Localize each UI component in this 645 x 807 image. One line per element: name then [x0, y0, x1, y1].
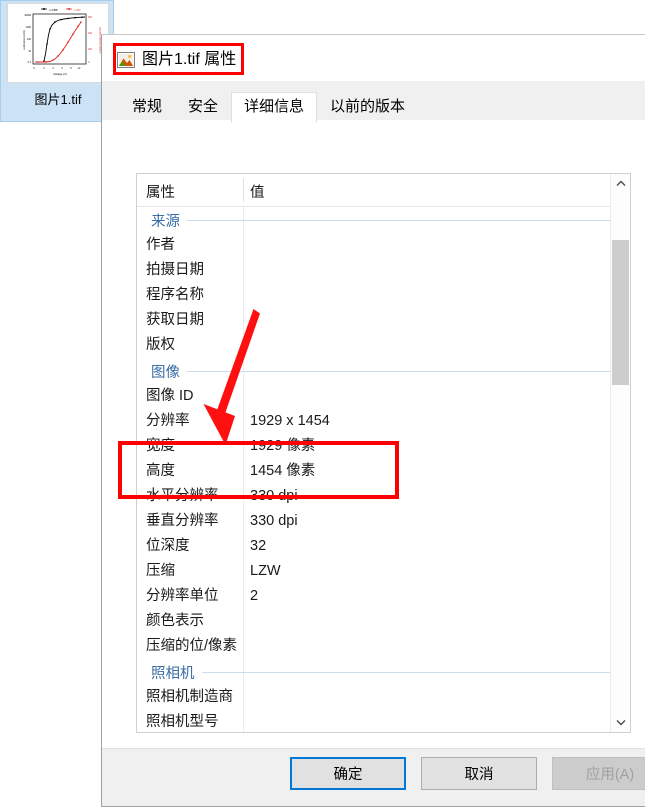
svg-text:400: 400: [88, 32, 93, 35]
property-name: 压缩: [146, 563, 175, 579]
svg-text:Voltage (V): Voltage (V): [53, 72, 67, 76]
file-tile-label: 图片1.tif: [34, 92, 82, 107]
apply-button: 应用(A): [552, 757, 645, 790]
scrollbar-thumb[interactable]: [612, 240, 629, 385]
section-rule: [187, 219, 622, 221]
header-column-separator: [243, 178, 244, 202]
svg-text:600: 600: [88, 16, 93, 19]
property-name: 照相机制造商: [146, 689, 233, 705]
table-row-vertical-resolution[interactable]: 垂直分辨率 330 dpi: [137, 509, 630, 534]
section-rule: [187, 370, 622, 372]
tab-general[interactable]: 常规: [119, 92, 176, 123]
property-value: 1454 像素: [250, 463, 316, 479]
table-row-horizontal-resolution[interactable]: 水平分辨率 330 dpi: [137, 484, 630, 509]
svg-text:Luminance (cd/m²): Luminance (cd/m²): [23, 30, 26, 50]
section-header-image: 图像: [137, 358, 630, 384]
property-name: 分辨率单位: [146, 588, 219, 604]
vertical-scrollbar[interactable]: [610, 174, 630, 732]
property-value: 330 dpi: [250, 488, 298, 504]
picture-file-icon: [117, 51, 135, 69]
svg-text:n-CBP: n-CBP: [49, 8, 58, 12]
table-row[interactable]: 图像 ID: [137, 384, 630, 409]
property-list-header: 属性 值: [137, 174, 630, 207]
file-tile-image1-tif[interactable]: n-CBP n-TP 10000 1000 100 10 0.1 600 400…: [0, 0, 114, 122]
table-row[interactable]: 获取日期: [137, 308, 630, 333]
property-name: 程序名称: [146, 287, 204, 303]
svg-text:10000: 10000: [24, 14, 31, 17]
property-value: 2: [250, 588, 259, 604]
column-header-property[interactable]: 属性: [146, 181, 175, 202]
table-row[interactable]: 宽度 1929 像素: [137, 434, 630, 459]
property-value: 330 dpi: [250, 513, 298, 529]
property-list-body: 来源 作者 拍摄日期 程序名称 获取日期 版权 图像 图像 ID 分辨率 192…: [137, 207, 630, 732]
ok-button[interactable]: 确定: [290, 757, 406, 790]
property-name: 版权: [146, 337, 175, 353]
property-name: 拍摄日期: [146, 262, 204, 278]
property-list[interactable]: 属性 值 来源 作者 拍摄日期 程序名称 获取日期 版权 图像 图像 ID 分辨…: [136, 173, 631, 733]
table-row[interactable]: 程序名称: [137, 283, 630, 308]
property-name: 宽度: [146, 438, 175, 454]
table-row[interactable]: 高度 1454 像素: [137, 459, 630, 484]
property-name: 照相机型号: [146, 714, 219, 730]
property-name: 压缩的位/像素: [146, 638, 238, 654]
chart-thumbnail: n-CBP n-TP 10000 1000 100 10 0.1 600 400…: [7, 3, 109, 83]
property-name: 分辨率: [146, 413, 190, 429]
dialog-button-bar: 确定 取消 应用(A): [102, 748, 645, 806]
dialog-title-group: 图片1.tif 属性: [117, 47, 236, 72]
table-row[interactable]: 拍摄日期: [137, 258, 630, 283]
properties-dialog: 图片1.tif 属性 常规 安全 详细信息 以前的版本 属性 值 来源 作者 拍…: [101, 34, 645, 807]
cancel-button[interactable]: 取消: [421, 757, 537, 790]
table-row[interactable]: 颜色表示: [137, 609, 630, 634]
section-label: 来源: [151, 213, 180, 230]
chevron-down-icon[interactable]: [611, 713, 630, 732]
details-panel: 属性 值 来源 作者 拍摄日期 程序名称 获取日期 版权 图像 图像 ID 分辨…: [102, 120, 645, 785]
property-name: 获取日期: [146, 312, 204, 328]
svg-text:100: 100: [27, 38, 32, 41]
table-row[interactable]: 分辨率 1929 x 1454: [137, 409, 630, 434]
property-value: 1929 像素: [250, 438, 316, 454]
table-row[interactable]: 照相机型号: [137, 710, 630, 732]
property-name: 颜色表示: [146, 613, 204, 629]
property-value: LZW: [250, 563, 281, 579]
property-value: 32: [250, 538, 267, 554]
svg-text:1000: 1000: [26, 26, 32, 29]
chevron-up-icon[interactable]: [611, 174, 630, 193]
table-row[interactable]: 压缩的位/像素: [137, 634, 630, 659]
property-value: 1929 x 1454: [250, 413, 330, 429]
property-name: 图像 ID: [146, 388, 194, 404]
property-name: 高度: [146, 463, 175, 479]
close-icon[interactable]: [628, 35, 645, 67]
table-row[interactable]: 照相机制造商: [137, 685, 630, 710]
column-header-value[interactable]: 值: [250, 181, 265, 202]
tab-security[interactable]: 安全: [175, 92, 232, 123]
svg-text:200: 200: [88, 48, 93, 51]
property-name: 水平分辨率: [146, 488, 219, 504]
table-row[interactable]: 位深度 32: [137, 534, 630, 559]
table-row[interactable]: 版权: [137, 333, 630, 358]
table-row[interactable]: 作者: [137, 233, 630, 258]
table-row[interactable]: 压缩 LZW: [137, 559, 630, 584]
property-name: 位深度: [146, 538, 190, 554]
dialog-title: 图片1.tif 属性: [142, 50, 237, 68]
property-name: 垂直分辨率: [146, 513, 219, 529]
tabstrip: 常规 安全 详细信息 以前的版本: [102, 81, 645, 123]
svg-text:n-TP: n-TP: [74, 8, 81, 12]
tab-details[interactable]: 详细信息: [231, 92, 318, 123]
section-header-camera: 照相机: [137, 659, 630, 685]
tab-previous-versions[interactable]: 以前的版本: [317, 92, 419, 123]
section-label: 图像: [151, 364, 180, 381]
section-rule: [201, 671, 622, 673]
section-header-source: 来源: [137, 207, 630, 233]
tab-list: 常规 安全 详细信息 以前的版本: [119, 91, 419, 123]
section-label: 照相机: [151, 665, 195, 682]
table-row[interactable]: 分辨率单位 2: [137, 584, 630, 609]
dialog-titlebar[interactable]: 图片1.tif 属性: [102, 35, 645, 81]
property-name: 作者: [146, 237, 175, 253]
